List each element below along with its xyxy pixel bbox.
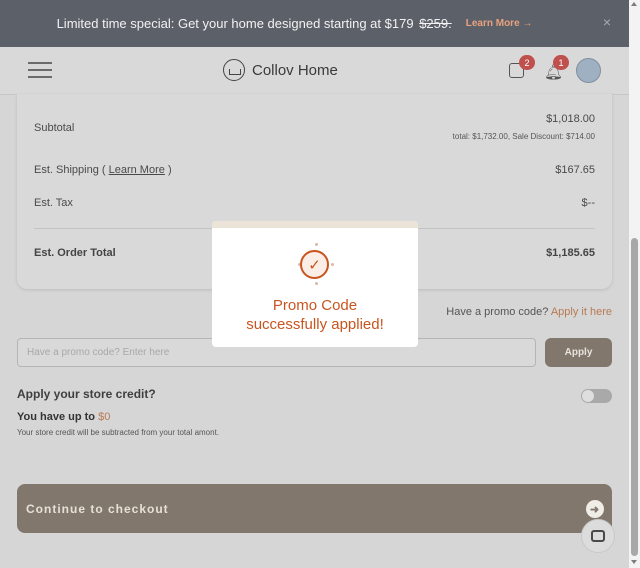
sparkle-dot [315, 282, 318, 285]
tax-label: Est. Tax [34, 197, 73, 209]
promo-banner: Limited time special: Get your home desi… [0, 0, 629, 47]
subtotal-note: total: $1,732.00, Sale Discount: $714.00 [452, 132, 595, 141]
chat-icon[interactable] [581, 519, 615, 553]
modal-top-bar [212, 221, 418, 228]
apply-promo-link[interactable]: Apply it here [551, 306, 612, 318]
menu-icon[interactable] [28, 62, 52, 78]
arrow-right-icon: ➜ [586, 500, 604, 518]
store-credit-available: You have up to $0 [17, 411, 110, 423]
shipping-row: Est. Shipping ( Learn More ) $167.65 [34, 164, 595, 176]
banner-close-icon[interactable]: × [603, 14, 611, 30]
subtotal-value: $1,018.00 [546, 113, 595, 125]
brand-name: Collov Home [252, 61, 338, 79]
store-credit-toggle[interactable] [581, 389, 612, 403]
subtotal-label: Subtotal [34, 122, 75, 134]
scrollbar-thumb[interactable] [631, 238, 638, 556]
shipping-value: $167.65 [555, 164, 595, 176]
scroll-up-arrow-icon[interactable] [631, 2, 637, 6]
promo-prompt-text: Have a promo code? [446, 306, 549, 318]
logo-icon [223, 59, 245, 81]
total-value: $1,185.65 [546, 247, 595, 259]
total-label: Est. Order Total [34, 247, 116, 259]
modal-message: Promo Code successfully applied! [212, 296, 418, 334]
scroll-down-arrow-icon[interactable] [631, 560, 637, 564]
promo-success-modal: ✓ Promo Code successfully applied! [212, 221, 418, 347]
banner-text: Limited time special: Get your home desi… [56, 16, 414, 31]
toggle-knob [582, 390, 594, 402]
store-credit-title: Apply your store credit? [17, 387, 156, 401]
check-circle-icon: ✓ [300, 250, 329, 279]
page-scrollbar[interactable] [629, 0, 640, 568]
notification-count-badge: 1 [553, 55, 569, 70]
shipping-label-close: ) [167, 164, 172, 176]
store-credit-note: Your store credit will be subtracted fro… [17, 428, 220, 437]
banner-old-price: $259. [419, 16, 452, 31]
checkout-label: Continue to checkout [26, 502, 169, 516]
tax-value: $-- [581, 197, 595, 209]
shipping-learn-more-link[interactable]: Learn More [109, 164, 165, 176]
avatar[interactable] [576, 58, 601, 83]
shipping-label: Est. Shipping ( [34, 164, 106, 176]
sparkle-dot [315, 243, 318, 246]
site-header: Collov Home 2 🔔︎ 1 [0, 47, 629, 95]
sparkle-dot [331, 263, 334, 266]
brand-logo[interactable]: Collov Home [223, 59, 338, 81]
store-credit-amount: $0 [98, 411, 111, 423]
modal-message-line1: Promo Code [272, 297, 358, 314]
store-credit-upto-label: You have up to [17, 411, 96, 423]
tax-row: Est. Tax $-- [34, 197, 595, 209]
modal-message-line2: successfully applied! [246, 316, 384, 333]
apply-promo-button[interactable]: Apply [545, 338, 612, 367]
promo-prompt: Have a promo code? Apply it here [446, 306, 612, 318]
cart-count-badge: 2 [519, 55, 535, 70]
continue-to-checkout-button[interactable]: Continue to checkout ➜ [17, 484, 612, 533]
banner-learn-more-link[interactable]: Learn More → [466, 18, 533, 29]
